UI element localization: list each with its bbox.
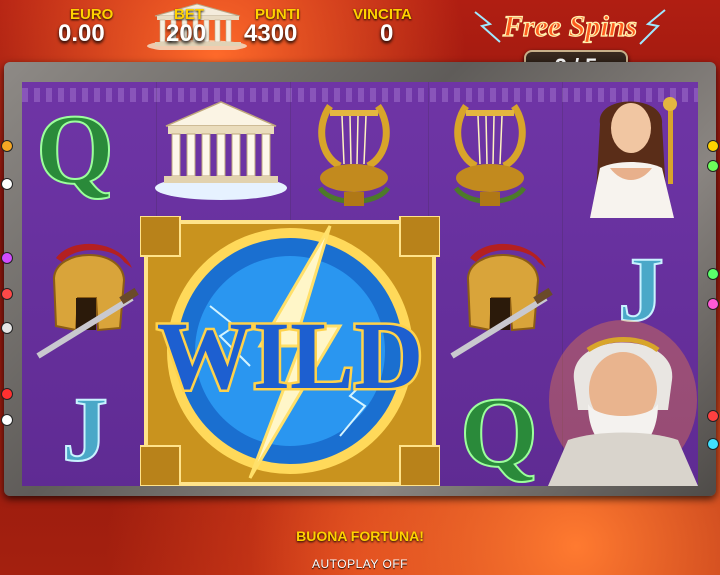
j-letter: J bbox=[62, 378, 108, 478]
vincita-value: 0 bbox=[380, 20, 394, 47]
lyre-symbol bbox=[453, 103, 527, 206]
q-letter: Q bbox=[40, 95, 110, 205]
payline-marker bbox=[707, 438, 719, 450]
temple-symbol bbox=[155, 101, 287, 200]
q-letter: Q bbox=[460, 377, 538, 486]
payline-marker bbox=[707, 298, 719, 310]
free-spins-logo: Free Spins bbox=[474, 9, 666, 45]
payline-marker bbox=[707, 268, 719, 280]
autoplay-toggle[interactable]: AUTOPLAY OFF bbox=[0, 557, 720, 571]
q-symbol: Q bbox=[460, 376, 538, 486]
helmet-symbol bbox=[36, 243, 139, 359]
wild-symbol: WILD bbox=[140, 216, 440, 486]
wild-text: WILD bbox=[157, 302, 424, 409]
bet-value: 200 bbox=[166, 20, 207, 47]
q-symbol: Q bbox=[40, 95, 110, 205]
lyre-symbol bbox=[317, 103, 391, 206]
euro-value: 0.00 bbox=[58, 20, 105, 47]
goddess-symbol bbox=[590, 97, 677, 218]
payline-marker bbox=[1, 178, 13, 190]
payline-marker bbox=[1, 252, 13, 264]
payline-marker bbox=[707, 140, 719, 152]
payline-marker bbox=[1, 140, 13, 152]
zeus-symbol bbox=[548, 320, 698, 486]
j-symbol: J bbox=[61, 378, 109, 478]
status-message: BUONA FORTUNA! bbox=[296, 528, 424, 544]
punti-value: 4300 bbox=[244, 20, 298, 47]
payline-marker bbox=[1, 288, 13, 300]
payline-marker bbox=[707, 410, 719, 422]
payline-marker bbox=[1, 388, 13, 400]
payline-marker bbox=[1, 414, 13, 426]
payline-marker bbox=[1, 322, 13, 334]
payline-marker bbox=[707, 160, 719, 172]
free-spins-title: Free Spins bbox=[502, 10, 637, 43]
helmet-symbol bbox=[450, 243, 553, 359]
